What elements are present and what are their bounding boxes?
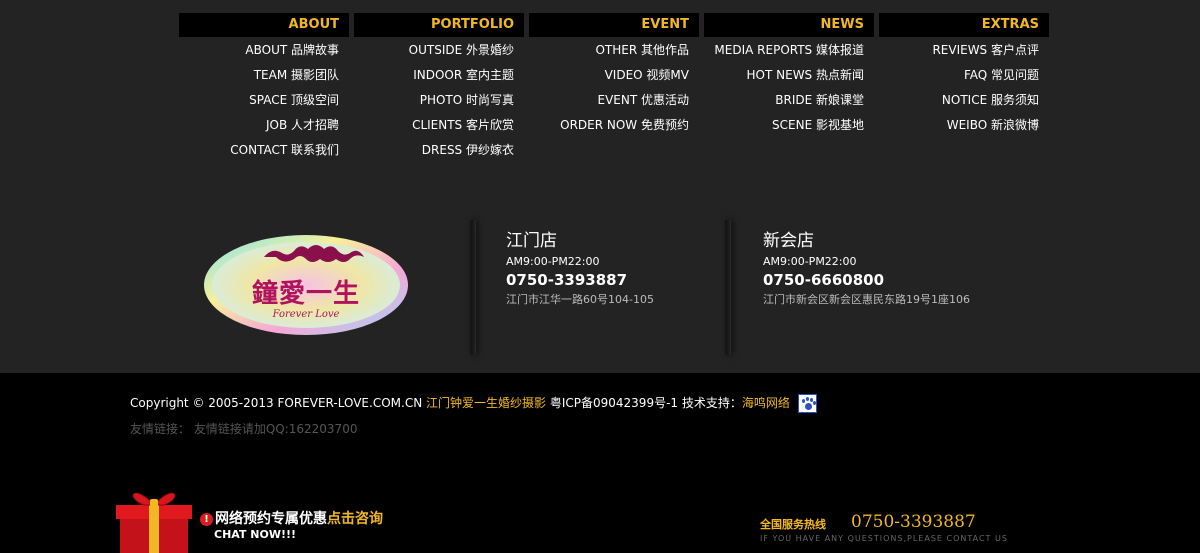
store-name: 江门店 bbox=[506, 231, 557, 251]
menu-link-team[interactable]: TEAM 摄影团队 bbox=[179, 64, 349, 89]
menu-link-space[interactable]: SPACE 顶级空间 bbox=[179, 89, 349, 114]
menu-link-media-reports[interactable]: MEDIA REPORTS 媒体报道 bbox=[704, 39, 874, 64]
menu-column-extras: EXTRAS REVIEWS 客户点评 FAQ 常见问题 NOTICE 服务须知… bbox=[879, 13, 1049, 139]
menu-heading-event[interactable]: EVENT bbox=[529, 13, 699, 37]
menu-link-bride[interactable]: BRIDE 新娘课堂 bbox=[704, 89, 874, 114]
promo-text: ! 网络预约专属优惠点击咨询 CHAT NOW!!! bbox=[200, 510, 383, 542]
hotline-number: 0750-3393887 bbox=[851, 512, 976, 532]
menu-link-order-now[interactable]: ORDER NOW 免费预约 bbox=[529, 114, 699, 139]
menu-link-reviews[interactable]: REVIEWS 客户点评 bbox=[879, 39, 1049, 64]
logo-text: 鐘愛一生 bbox=[251, 279, 360, 309]
footer-menu: ABOUT ABOUT 品牌故事 TEAM 摄影团队 SPACE 顶级空间 JO… bbox=[179, 13, 1050, 173]
menu-link-video[interactable]: VIDEO 视频MV bbox=[529, 64, 699, 89]
promo-label: 网络预约专属优惠 bbox=[215, 511, 327, 527]
menu-link-photo[interactable]: PHOTO 时尚写真 bbox=[354, 89, 524, 114]
consult-link[interactable]: 点击咨询 bbox=[327, 511, 383, 527]
menu-link-scene[interactable]: SCENE 影视基地 bbox=[704, 114, 874, 139]
brand-logo[interactable]: 鐘愛一生 Forever Love bbox=[202, 233, 410, 337]
menu-heading-extras[interactable]: EXTRAS bbox=[879, 13, 1049, 37]
store-hours: AM9:00-PM22:00 bbox=[763, 255, 857, 268]
menu-link-notice[interactable]: NOTICE 服务须知 bbox=[879, 89, 1049, 114]
icp-text: 粤ICP备09042399号-1 技术支持： bbox=[549, 396, 742, 410]
footer-page: ABOUT ABOUT 品牌故事 TEAM 摄影团队 SPACE 顶级空间 JO… bbox=[0, 0, 1200, 553]
friend-links[interactable]: 友情链接： 友情链接请加QQ:162203700 bbox=[130, 421, 357, 437]
store-address: 江门市新会区新会区惠民东路19号1座106 bbox=[763, 293, 970, 306]
store-jiangmen: 江门店 AM9:00-PM22:00 0750-3393887 江门市江华一路6… bbox=[506, 230, 654, 307]
menu-link-other[interactable]: OTHER 其他作品 bbox=[529, 39, 699, 64]
hotline-subtext: IF YOU HAVE ANY QUESTIONS,PLEASE CONTACT… bbox=[760, 534, 1008, 543]
menu-heading-portfolio[interactable]: PORTFOLIO bbox=[354, 13, 524, 37]
store-phone: 0750-3393887 bbox=[506, 271, 628, 289]
menu-link-contact[interactable]: CONTACT 联系我们 bbox=[179, 139, 349, 164]
logo-subtext: Forever Love bbox=[272, 309, 340, 320]
copyright-band: Copyright © 2005-2013 FOREVER-LOVE.COM.C… bbox=[0, 373, 1200, 553]
menu-heading-news[interactable]: NEWS bbox=[704, 13, 874, 37]
menu-link-outside[interactable]: OUTSIDE 外景婚纱 bbox=[354, 39, 524, 64]
store-hours: AM9:00-PM22:00 bbox=[506, 255, 600, 268]
menu-link-indoor[interactable]: INDOOR 室内主题 bbox=[354, 64, 524, 89]
divider bbox=[470, 220, 476, 355]
menu-column-about: ABOUT ABOUT 品牌故事 TEAM 摄影团队 SPACE 顶级空间 JO… bbox=[179, 13, 349, 164]
menu-link-about[interactable]: ABOUT 品牌故事 bbox=[179, 39, 349, 64]
store-address: 江门市江华一路60号104-105 bbox=[506, 293, 654, 306]
menu-link-dress[interactable]: DRESS 伊纱嫁衣 bbox=[354, 139, 524, 164]
copyright-text: Copyright © 2005-2013 FOREVER-LOVE.COM.C… bbox=[130, 396, 423, 410]
divider bbox=[725, 220, 731, 355]
menu-link-weibo[interactable]: WEIBO 新浪微博 bbox=[879, 114, 1049, 139]
online-booking-promo[interactable]: ! 网络预约专属优惠点击咨询 CHAT NOW!!! bbox=[114, 483, 434, 553]
store-xinhui: 新会店 AM9:00-PM22:00 0750-6660800 江门市新会区新会… bbox=[763, 230, 970, 307]
chat-now-label[interactable]: CHAT NOW!!! bbox=[214, 528, 383, 542]
baidu-paw-icon[interactable] bbox=[797, 394, 817, 413]
menu-column-portfolio: PORTFOLIO OUTSIDE 外景婚纱 INDOOR 室内主题 PHOTO… bbox=[354, 13, 524, 164]
menu-column-event: EVENT OTHER 其他作品 VIDEO 视频MV EVENT 优惠活动 O… bbox=[529, 13, 699, 139]
company-link[interactable]: 江门钟爱一生婚纱摄影 bbox=[426, 396, 546, 410]
copyright-line: Copyright © 2005-2013 FOREVER-LOVE.COM.C… bbox=[130, 394, 817, 413]
store-phone: 0750-6660800 bbox=[763, 271, 885, 289]
menu-link-event[interactable]: EVENT 优惠活动 bbox=[529, 89, 699, 114]
alert-icon: ! bbox=[200, 513, 213, 526]
menu-link-faq[interactable]: FAQ 常见问题 bbox=[879, 64, 1049, 89]
gift-box-icon bbox=[116, 492, 192, 553]
hotline-label: 全国服务热线 bbox=[760, 518, 826, 531]
store-name: 新会店 bbox=[763, 231, 814, 251]
tech-support-link[interactable]: 海鸣网络 bbox=[742, 396, 790, 410]
menu-link-clients[interactable]: CLIENTS 客片欣赏 bbox=[354, 114, 524, 139]
menu-link-hot-news[interactable]: HOT NEWS 热点新闻 bbox=[704, 64, 874, 89]
menu-column-news: NEWS MEDIA REPORTS 媒体报道 HOT NEWS 热点新闻 BR… bbox=[704, 13, 874, 139]
menu-link-job[interactable]: JOB 人才招聘 bbox=[179, 114, 349, 139]
menu-heading-about[interactable]: ABOUT bbox=[179, 13, 349, 37]
